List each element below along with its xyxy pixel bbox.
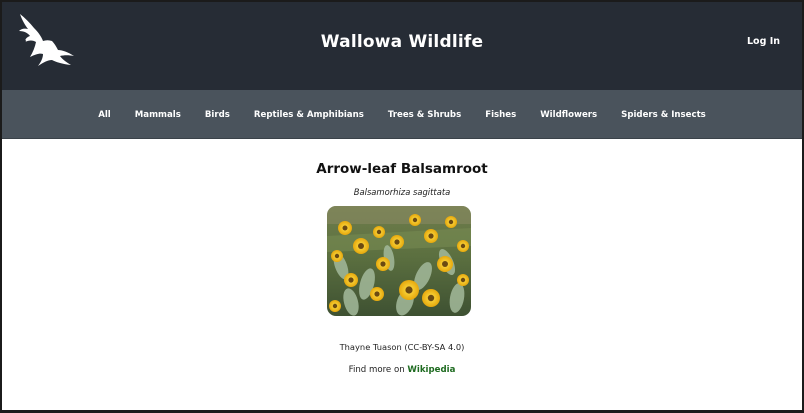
nav-item-fishes[interactable]: Fishes [473, 110, 528, 120]
species-scientific-name: Balsamorhiza sagittata [353, 187, 451, 197]
category-nav-list: All Mammals Birds Reptiles & Amphibians … [2, 90, 802, 139]
site-title: Wallowa Wildlife [320, 32, 484, 52]
nav-item-reptiles-amphibians[interactable]: Reptiles & Amphibians [242, 110, 376, 120]
species-common-name: Arrow-leaf Balsamroot [316, 161, 488, 177]
category-nav: All Mammals Birds Reptiles & Amphibians … [2, 90, 802, 139]
find-more-prefix: Find more on [348, 365, 408, 375]
browser-frame: Wallowa Wildlife Log In All Mammals Bird… [0, 0, 804, 413]
find-more-text: Find more on Wikipedia [2, 365, 802, 375]
photo-credit: Thayne Tuason (CC-BY-SA 4.0) [339, 342, 465, 352]
nav-item-trees-shrubs[interactable]: Trees & Shrubs [376, 110, 473, 120]
wildflower-photo-image [327, 206, 471, 316]
wikipedia-link[interactable]: Wikipedia [407, 365, 455, 375]
login-link[interactable]: Log In [747, 36, 780, 47]
nav-item-wildflowers[interactable]: Wildflowers [528, 110, 609, 120]
nav-item-spiders-insects[interactable]: Spiders & Insects [609, 110, 718, 120]
nav-item-mammals[interactable]: Mammals [123, 110, 193, 120]
species-photo [327, 206, 471, 316]
nav-item-birds[interactable]: Birds [193, 110, 242, 120]
nav-item-all[interactable]: All [86, 110, 123, 120]
site-header: Wallowa Wildlife Log In [2, 2, 802, 90]
